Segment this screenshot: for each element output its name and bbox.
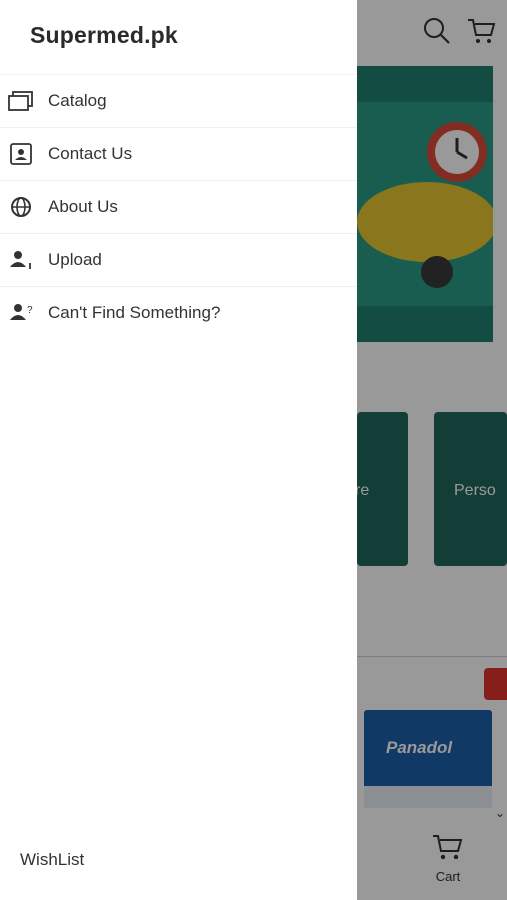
menu-item-label: Upload <box>48 250 102 269</box>
menu-item-cant-find[interactable]: ? Can't Find Something? <box>0 286 357 339</box>
navigation-drawer: Supermed.pk Catalog Contact Us About Us … <box>0 0 357 900</box>
menu-item-label: Catalog <box>48 91 107 110</box>
menu-item-upload[interactable]: Upload <box>0 233 357 286</box>
catalog-icon <box>8 90 34 112</box>
brand-title: Supermed.pk <box>30 22 178 48</box>
menu-item-label: Can't Find Something? <box>48 303 221 322</box>
wishlist-link[interactable]: WishList <box>20 850 84 870</box>
menu-item-label: Contact Us <box>48 144 133 163</box>
globe-icon <box>8 196 34 218</box>
menu-item-contact-us[interactable]: Contact Us <box>0 127 357 180</box>
menu-item-label: About Us <box>48 197 118 216</box>
user-upload-icon <box>8 249 34 271</box>
contact-card-icon <box>8 143 34 165</box>
svg-text:?: ? <box>27 305 33 316</box>
user-question-icon: ? <box>8 302 34 324</box>
menu-item-catalog[interactable]: Catalog <box>0 74 357 127</box>
drawer-menu: Catalog Contact Us About Us Upload ? Can… <box>0 74 357 339</box>
menu-item-about-us[interactable]: About Us <box>0 180 357 233</box>
